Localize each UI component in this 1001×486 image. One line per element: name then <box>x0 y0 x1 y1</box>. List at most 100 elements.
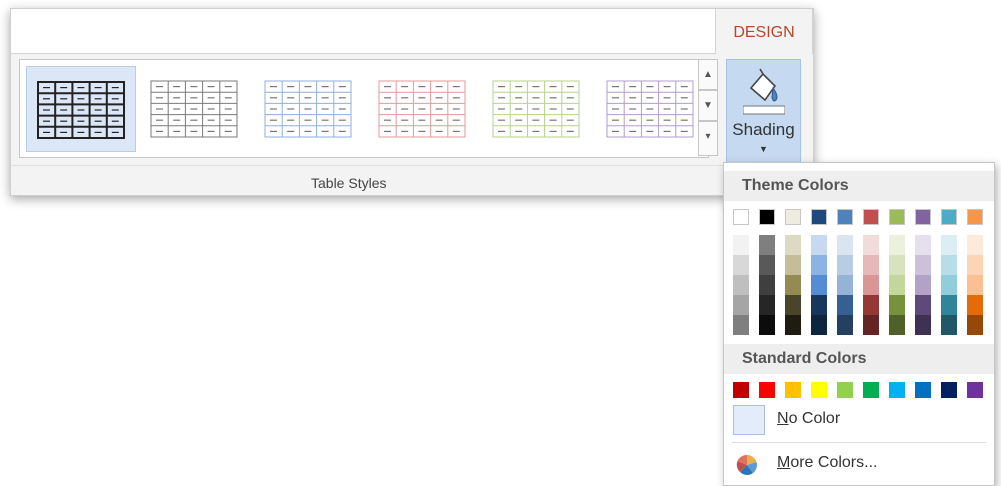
theme-shade-swatch[interactable] <box>941 315 957 335</box>
theme-color-swatch[interactable] <box>863 209 879 225</box>
ribbon-panel: DESIGN ▲ ▼ ▾ Shading ▼ Table Styles <box>10 8 814 196</box>
theme-shade-swatch[interactable] <box>759 255 775 275</box>
theme-shade-swatch[interactable] <box>889 315 905 335</box>
theme-shade-swatch[interactable] <box>863 295 879 315</box>
theme-shade-swatch[interactable] <box>785 275 801 295</box>
table-preview-icon <box>37 81 125 139</box>
table-preview-icon <box>378 80 466 138</box>
theme-color-swatch[interactable] <box>785 209 801 225</box>
table-preview-icon <box>492 80 580 138</box>
theme-shade-swatch[interactable] <box>733 275 749 295</box>
theme-shade-swatch[interactable] <box>941 235 957 255</box>
theme-shade-swatch[interactable] <box>915 235 931 255</box>
theme-shade-swatch[interactable] <box>837 275 853 295</box>
no-color-item[interactable]: No Color <box>724 401 994 439</box>
table-preview-icon <box>606 80 694 138</box>
theme-color-swatch[interactable] <box>733 209 749 225</box>
table-style-table-grid-light[interactable] <box>140 66 250 152</box>
theme-shade-swatch[interactable] <box>863 315 879 335</box>
table-style-grid-red[interactable] <box>368 66 478 152</box>
theme-shade-swatch[interactable] <box>733 295 749 315</box>
color-wheel-icon <box>736 454 757 475</box>
theme-shade-swatch[interactable] <box>941 255 957 275</box>
table-style-grid-green[interactable] <box>482 66 592 152</box>
theme-shade-swatch[interactable] <box>915 315 931 335</box>
theme-color-swatch[interactable] <box>967 209 983 225</box>
table-styles-gallery <box>19 59 709 158</box>
theme-shade-swatch[interactable] <box>733 255 749 275</box>
table-style-grid-purple[interactable] <box>596 66 706 152</box>
theme-shade-swatch[interactable] <box>759 315 775 335</box>
theme-shade-swatch[interactable] <box>915 275 931 295</box>
table-style-plain-table[interactable] <box>26 66 136 152</box>
shading-button[interactable]: Shading ▼ <box>726 59 801 169</box>
standard-color-swatch[interactable] <box>785 382 801 398</box>
theme-shade-swatch[interactable] <box>837 315 853 335</box>
standard-color-swatch[interactable] <box>759 382 775 398</box>
theme-shade-swatch[interactable] <box>837 255 853 275</box>
standard-color-swatch[interactable] <box>837 382 853 398</box>
more-colors-item[interactable]: More Colors... <box>724 445 994 483</box>
shading-label: Shading <box>732 120 795 139</box>
theme-color-swatch[interactable] <box>915 209 931 225</box>
no-color-label: No Color <box>777 410 841 427</box>
theme-color-swatch[interactable] <box>837 209 853 225</box>
theme-shade-swatch[interactable] <box>785 235 801 255</box>
theme-shade-swatch[interactable] <box>889 295 905 315</box>
theme-shade-swatch[interactable] <box>811 315 827 335</box>
theme-shade-swatch[interactable] <box>785 315 801 335</box>
scroll-up-icon[interactable]: ▲ <box>698 59 718 90</box>
theme-shade-swatch[interactable] <box>837 235 853 255</box>
standard-color-swatch[interactable] <box>863 382 879 398</box>
shading-dropdown-menu: Theme Colors Standard Colors No Color Mo… <box>723 162 995 486</box>
theme-color-swatch[interactable] <box>811 209 827 225</box>
theme-shade-swatch[interactable] <box>811 255 827 275</box>
theme-shade-swatch[interactable] <box>785 255 801 275</box>
standard-color-swatch[interactable] <box>811 382 827 398</box>
paint-bucket-icon <box>743 68 785 115</box>
standard-color-swatch[interactable] <box>889 382 905 398</box>
theme-shade-swatch[interactable] <box>733 315 749 335</box>
theme-shade-swatch[interactable] <box>889 275 905 295</box>
theme-shade-swatch[interactable] <box>915 295 931 315</box>
more-icon[interactable]: ▾ <box>698 121 718 156</box>
theme-shade-swatch[interactable] <box>759 295 775 315</box>
group-label-table-styles: Table Styles <box>311 175 387 191</box>
theme-shade-swatch[interactable] <box>941 295 957 315</box>
dropdown-caret-icon[interactable]: ▼ <box>727 144 800 154</box>
table-style-grid-blue[interactable] <box>254 66 364 152</box>
theme-shade-swatch[interactable] <box>837 295 853 315</box>
theme-shade-swatch[interactable] <box>967 315 983 335</box>
theme-shade-swatch[interactable] <box>759 275 775 295</box>
theme-shade-swatch[interactable] <box>889 235 905 255</box>
theme-shade-swatch[interactable] <box>759 235 775 255</box>
theme-color-swatch[interactable] <box>759 209 775 225</box>
theme-shade-swatch[interactable] <box>967 255 983 275</box>
theme-shade-swatch[interactable] <box>785 295 801 315</box>
theme-shade-swatch[interactable] <box>941 275 957 295</box>
scroll-down-icon[interactable]: ▼ <box>698 90 718 121</box>
theme-shade-swatch[interactable] <box>967 275 983 295</box>
standard-color-swatch[interactable] <box>733 382 749 398</box>
theme-color-swatch[interactable] <box>941 209 957 225</box>
theme-color-swatch[interactable] <box>889 209 905 225</box>
theme-shade-swatch[interactable] <box>811 275 827 295</box>
theme-shade-swatch[interactable] <box>811 235 827 255</box>
theme-shade-swatch[interactable] <box>967 235 983 255</box>
tab-design[interactable]: DESIGN <box>715 9 813 54</box>
theme-shade-swatch[interactable] <box>915 255 931 275</box>
theme-shade-swatch[interactable] <box>733 235 749 255</box>
table-preview-icon <box>264 80 352 138</box>
standard-color-swatch[interactable] <box>967 382 983 398</box>
theme-shade-swatch[interactable] <box>863 255 879 275</box>
standard-color-swatch[interactable] <box>941 382 957 398</box>
theme-shade-swatch[interactable] <box>863 275 879 295</box>
standard-color-swatch[interactable] <box>915 382 931 398</box>
theme-shade-swatch[interactable] <box>811 295 827 315</box>
theme-shade-swatch[interactable] <box>863 235 879 255</box>
theme-shade-swatch[interactable] <box>967 295 983 315</box>
standard-colors-header: Standard Colors <box>724 344 994 374</box>
no-color-swatch <box>733 405 765 435</box>
theme-shade-swatch[interactable] <box>889 255 905 275</box>
gallery-scrollbar: ▲ ▼ ▾ <box>698 59 718 156</box>
